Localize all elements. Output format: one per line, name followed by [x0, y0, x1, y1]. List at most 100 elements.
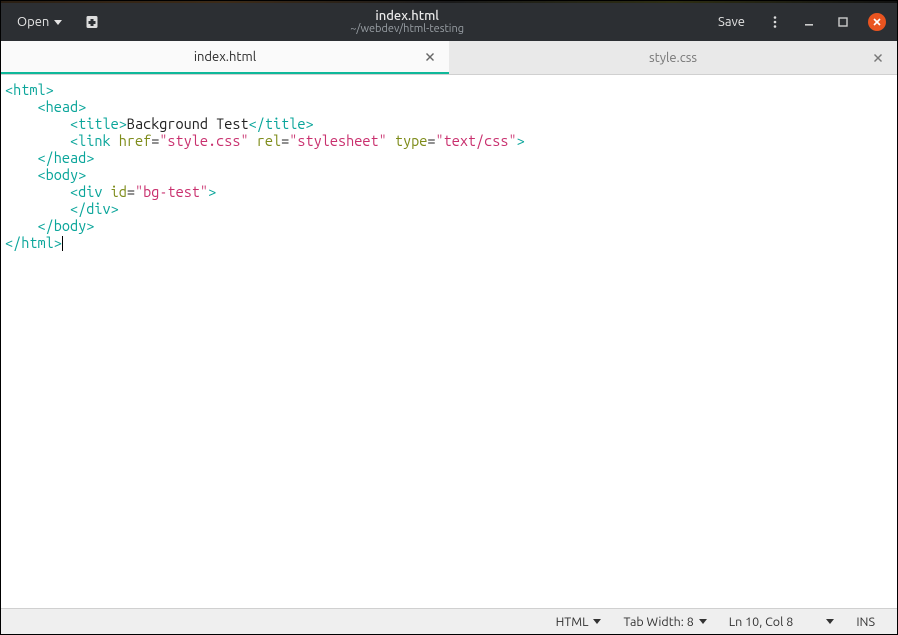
tab-label: style.css [649, 51, 697, 65]
code-token [5, 200, 70, 217]
editor-line: <html> [5, 81, 893, 98]
cursor-position-selector[interactable]: Ln 10, Col 8 [729, 615, 835, 629]
code-token: "text/css" [435, 132, 516, 149]
code-token: html [13, 81, 45, 98]
code-token: < [70, 132, 78, 149]
open-button-label: Open [17, 15, 49, 29]
tab-close-button[interactable] [425, 52, 435, 62]
code-token: body [46, 166, 78, 183]
code-token [5, 149, 37, 166]
tab-index-html[interactable]: index.html [1, 41, 449, 74]
code-token: > [54, 234, 62, 251]
language-label: HTML [556, 615, 589, 629]
save-button[interactable]: Save [708, 11, 755, 33]
code-token: > [78, 166, 86, 183]
code-token: > [517, 132, 525, 149]
headerbar-center: index.html ~/webdev/html-testing [112, 9, 702, 35]
close-icon [425, 52, 435, 62]
minimize-icon [803, 16, 815, 28]
code-token: id [111, 183, 127, 200]
code-token [111, 132, 119, 149]
code-token: link [78, 132, 110, 149]
code-token: > [46, 81, 54, 98]
editor-line: </html> [5, 234, 893, 251]
code-token: "style.css" [159, 132, 248, 149]
code-token: type [395, 132, 427, 149]
chevron-down-icon [826, 619, 834, 624]
headerbar-right: Save [708, 8, 891, 36]
code-token: > [86, 217, 94, 234]
code-token: head [54, 149, 86, 166]
code-token: < [70, 183, 78, 200]
code-token [5, 98, 37, 115]
window-maximize-button[interactable] [829, 8, 857, 36]
code-token: Background Test [127, 115, 249, 132]
editor-area[interactable]: <html> <head> <title>Background Test</ti… [1, 75, 897, 608]
code-token: > [86, 149, 94, 166]
code-token: href [119, 132, 151, 149]
headerbar: Open index.html ~/webdev/html-testing Sa… [1, 3, 897, 41]
code-token [5, 166, 37, 183]
code-token: > [78, 98, 86, 115]
code-token: head [46, 98, 78, 115]
code-token [387, 132, 395, 149]
window-close-button[interactable] [863, 8, 891, 36]
editor-line: <title>Background Test</title> [5, 115, 893, 132]
code-token: title [78, 115, 119, 132]
new-document-icon [84, 14, 100, 30]
open-button[interactable]: Open [7, 11, 72, 33]
new-tab-button[interactable] [78, 8, 106, 36]
language-selector[interactable]: HTML [556, 615, 602, 629]
code-token: </ [70, 200, 86, 217]
code-token: div [86, 200, 110, 217]
chevron-down-icon [54, 20, 62, 25]
code-token: < [37, 166, 45, 183]
code-token: title [265, 115, 306, 132]
tab-width-label: Tab Width: 8 [623, 615, 693, 629]
editor-line: <body> [5, 166, 893, 183]
tab-label: index.html [194, 50, 256, 64]
code-token: < [70, 115, 78, 132]
document-path: ~/webdev/html-testing [112, 23, 702, 35]
code-token: </ [37, 149, 53, 166]
code-token: > [119, 115, 127, 132]
code-token: </ [5, 234, 21, 251]
code-token: > [208, 183, 216, 200]
tab-close-button[interactable] [873, 53, 883, 63]
code-token: "stylesheet" [289, 132, 386, 149]
code-token [249, 132, 257, 149]
code-token [5, 115, 70, 132]
editor-line: <link href="style.css" rel="stylesheet" … [5, 132, 893, 149]
save-button-label: Save [718, 15, 745, 29]
code-token: html [21, 234, 53, 251]
editor-line: </body> [5, 217, 893, 234]
editor-line: <head> [5, 98, 893, 115]
window-minimize-button[interactable] [795, 8, 823, 36]
close-icon [868, 13, 886, 31]
code-token [62, 236, 63, 251]
tabbar: index.html style.css [1, 41, 897, 75]
maximize-icon [837, 16, 849, 28]
code-token: < [37, 98, 45, 115]
hamburger-menu-button[interactable] [761, 8, 789, 36]
tab-style-css[interactable]: style.css [449, 41, 897, 74]
tab-width-selector[interactable]: Tab Width: 8 [623, 615, 706, 629]
app-window: Open index.html ~/webdev/html-testing Sa… [0, 0, 898, 635]
code-token: </ [37, 217, 53, 234]
editor-line: <div id="bg-test"> [5, 183, 893, 200]
kebab-menu-icon [768, 15, 782, 29]
code-token [5, 217, 37, 234]
document-title: index.html [112, 9, 702, 23]
insert-mode-label: INS [856, 615, 875, 629]
editor-line: </head> [5, 149, 893, 166]
code-token: > [111, 200, 119, 217]
code-token: "bg-test" [135, 183, 208, 200]
chevron-down-icon [699, 619, 707, 624]
headerbar-left: Open [7, 8, 106, 36]
insert-mode-indicator[interactable]: INS [856, 615, 875, 629]
editor-line: </div> [5, 200, 893, 217]
close-icon [873, 53, 883, 63]
code-token: div [78, 183, 102, 200]
code-token [5, 132, 70, 149]
code-token: < [5, 81, 13, 98]
